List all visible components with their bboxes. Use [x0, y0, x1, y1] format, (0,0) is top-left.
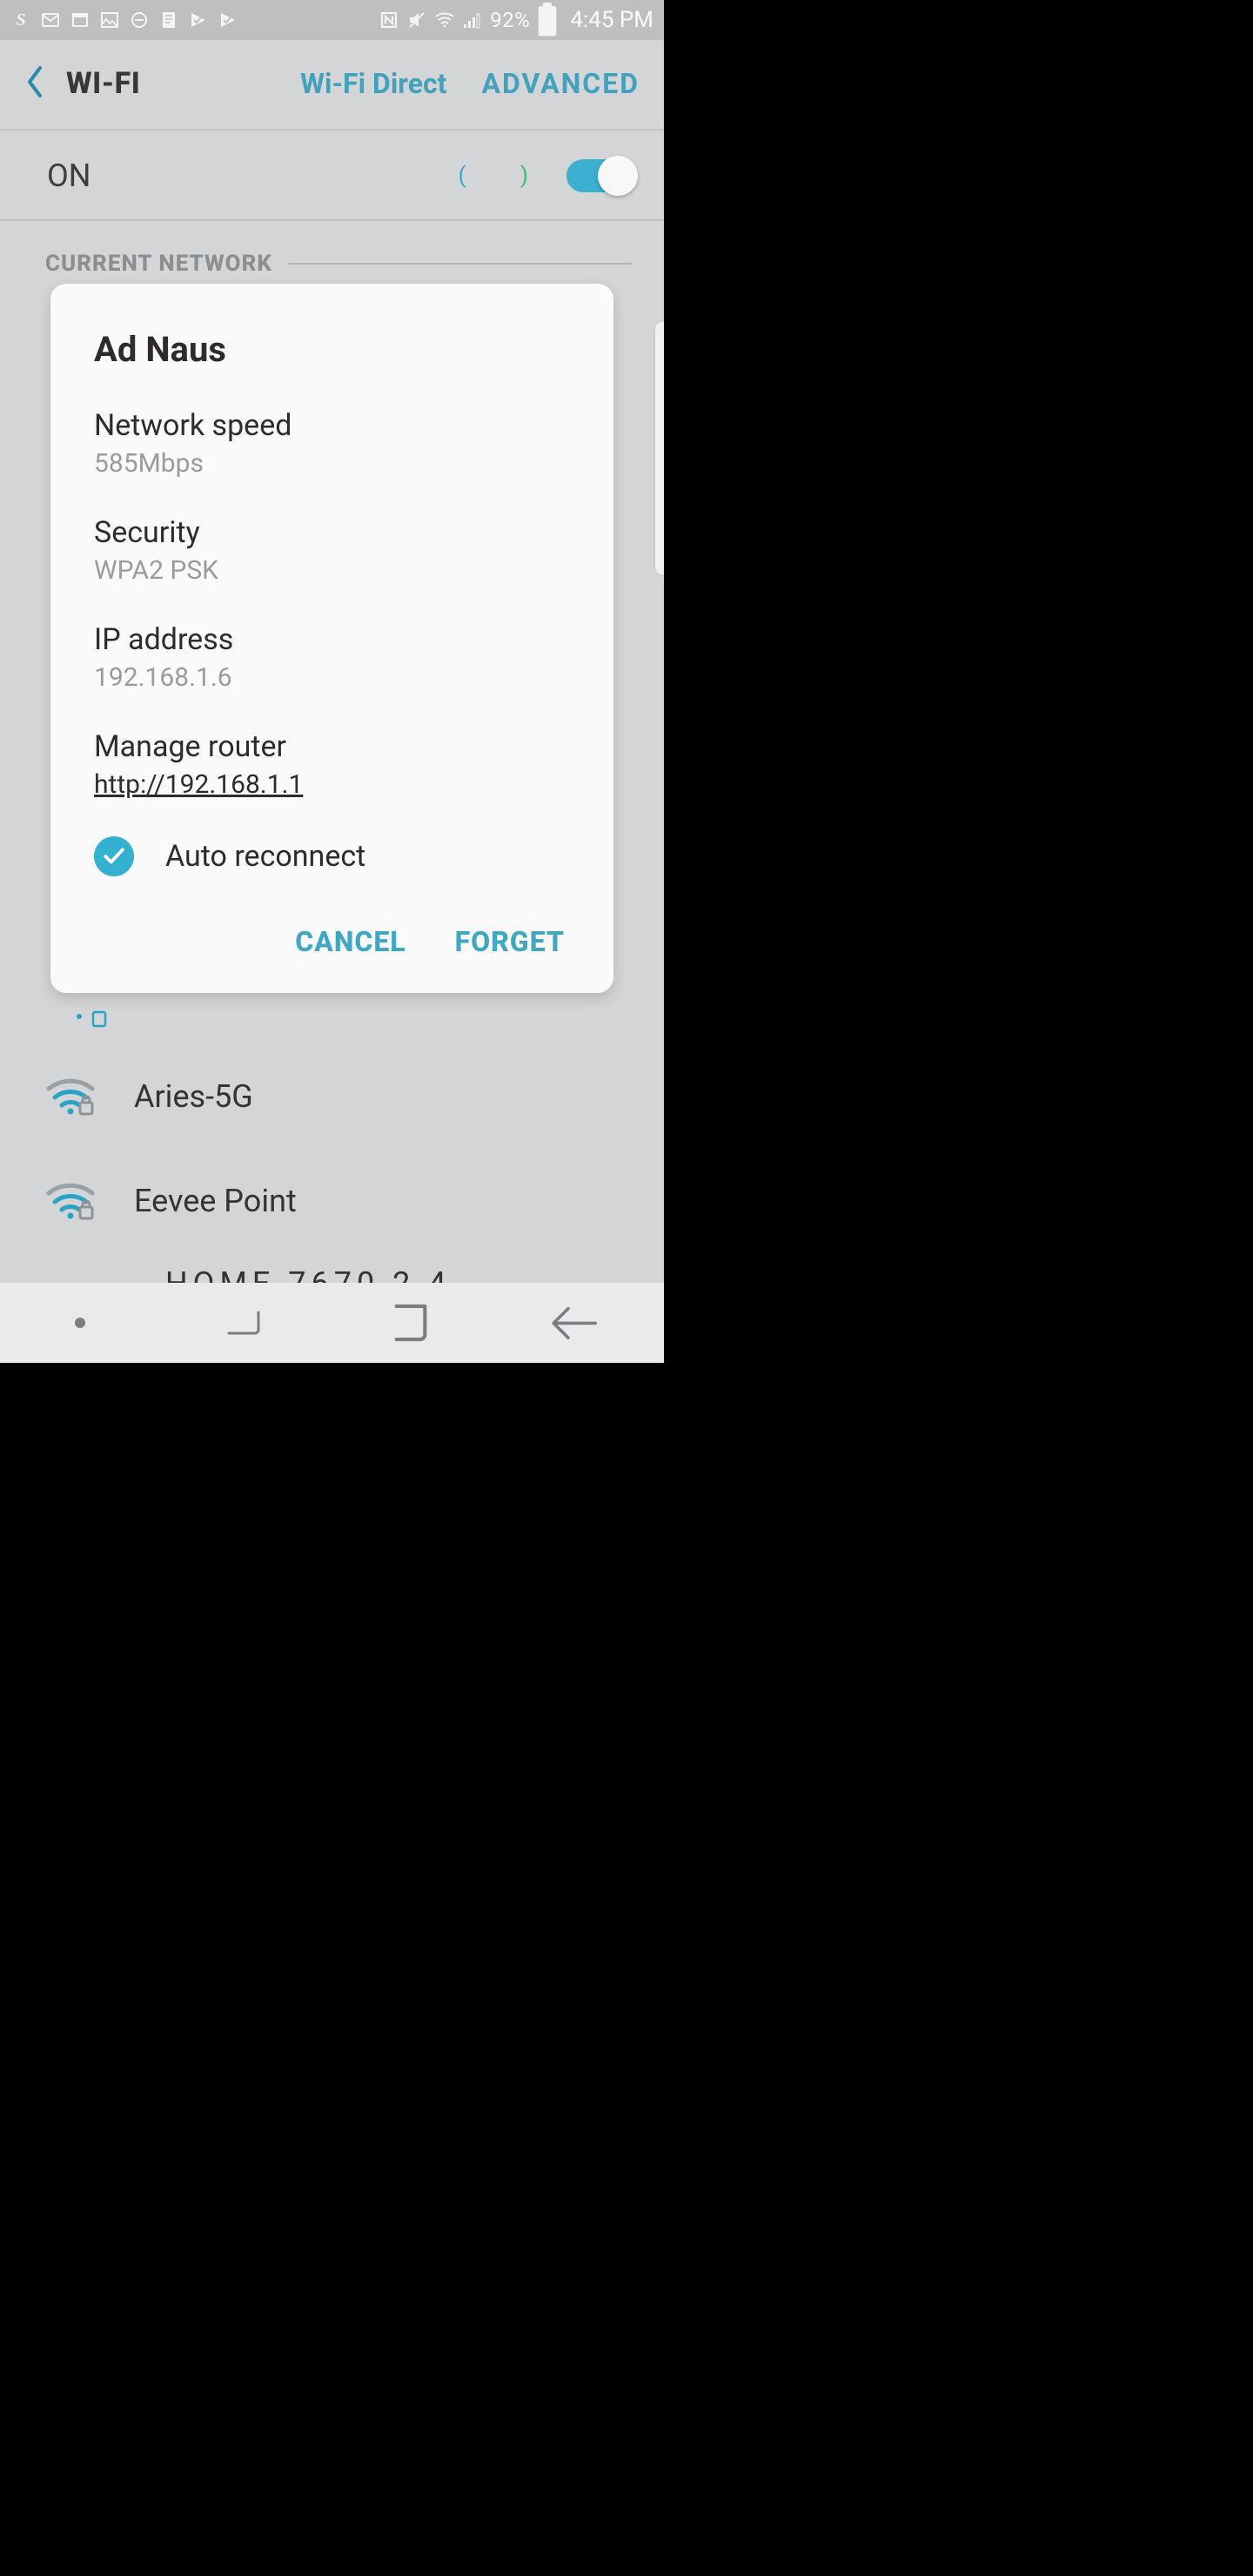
security-label: Security [94, 515, 570, 550]
android-nav-bar [0, 1283, 664, 1363]
section-current-network: CURRENT NETWORK [45, 251, 633, 277]
calendar-icon [70, 10, 90, 30]
dialog-title: Ad Naus [94, 329, 570, 370]
status-bar: S 9 [0, 0, 664, 40]
recents-button[interactable] [222, 1304, 274, 1342]
signal-icon [462, 10, 483, 30]
available-networks-list: Aries-5G Eevee Point [45, 1044, 633, 1253]
auto-reconnect-label: Auto reconnect [165, 839, 365, 874]
nav-indicator-dot [75, 1318, 85, 1328]
security-value: WPA2 PSK [94, 555, 570, 586]
battery-percentage: 92% [490, 8, 530, 32]
connected-network-icon [74, 1008, 109, 1030]
network-details-dialog: Ad Naus Network speed 585Mbps Security W… [50, 284, 613, 993]
ip-label: IP address [94, 622, 570, 657]
speed-value: 585Mbps [94, 448, 570, 479]
network-item[interactable]: Eevee Point [45, 1149, 633, 1253]
wifi-master-toggle-row: ON ( ) [0, 134, 664, 218]
network-item[interactable]: Aries-5G [45, 1044, 633, 1149]
network-ssid: Aries-5G [134, 1078, 253, 1115]
back-button[interactable] [24, 64, 66, 103]
speed-label: Network speed [94, 408, 570, 443]
activity-indicator-icon: ( ) [459, 163, 553, 189]
wifi-on-label: ON [47, 158, 90, 194]
page-title: WI-FI [66, 66, 140, 101]
nfc-icon [379, 10, 399, 30]
divider [0, 129, 664, 131]
router-link[interactable]: http://192.168.1.1 [94, 769, 570, 800]
wifi-toggle-switch[interactable] [566, 159, 636, 192]
s-badge-icon: S [10, 10, 31, 30]
wifi-direct-button[interactable]: Wi-Fi Direct [300, 67, 447, 100]
auto-reconnect-checkbox[interactable] [94, 836, 134, 876]
mail-icon [40, 10, 61, 30]
wifi-secure-icon [45, 1075, 97, 1118]
app-header: WI-FI Wi-Fi Direct ADVANCED [0, 40, 664, 127]
network-ssid: Eevee Point [134, 1183, 297, 1219]
scrollbar-handle[interactable] [655, 322, 664, 574]
cancel-button[interactable]: CANCEL [295, 925, 405, 958]
advanced-button[interactable]: ADVANCED [482, 67, 640, 100]
receipt-icon [158, 10, 179, 30]
section-label-text: CURRENT NETWORK [45, 251, 272, 277]
do-not-disturb-icon [129, 10, 150, 30]
picture-icon [99, 10, 120, 30]
battery-icon [537, 10, 558, 30]
play-check2-icon [218, 10, 238, 30]
home-button[interactable] [385, 1304, 437, 1342]
status-clock: 4:45 PM [570, 7, 653, 33]
router-label: Manage router [94, 729, 570, 764]
wifi-status-icon [434, 10, 455, 30]
back-nav-button[interactable] [547, 1304, 600, 1342]
forget-button[interactable]: FORGET [455, 925, 565, 958]
play-check-icon [188, 10, 209, 30]
wifi-secure-icon [45, 1179, 97, 1223]
ip-value: 192.168.1.6 [94, 662, 570, 693]
divider [0, 219, 664, 221]
mute-icon [406, 10, 427, 30]
